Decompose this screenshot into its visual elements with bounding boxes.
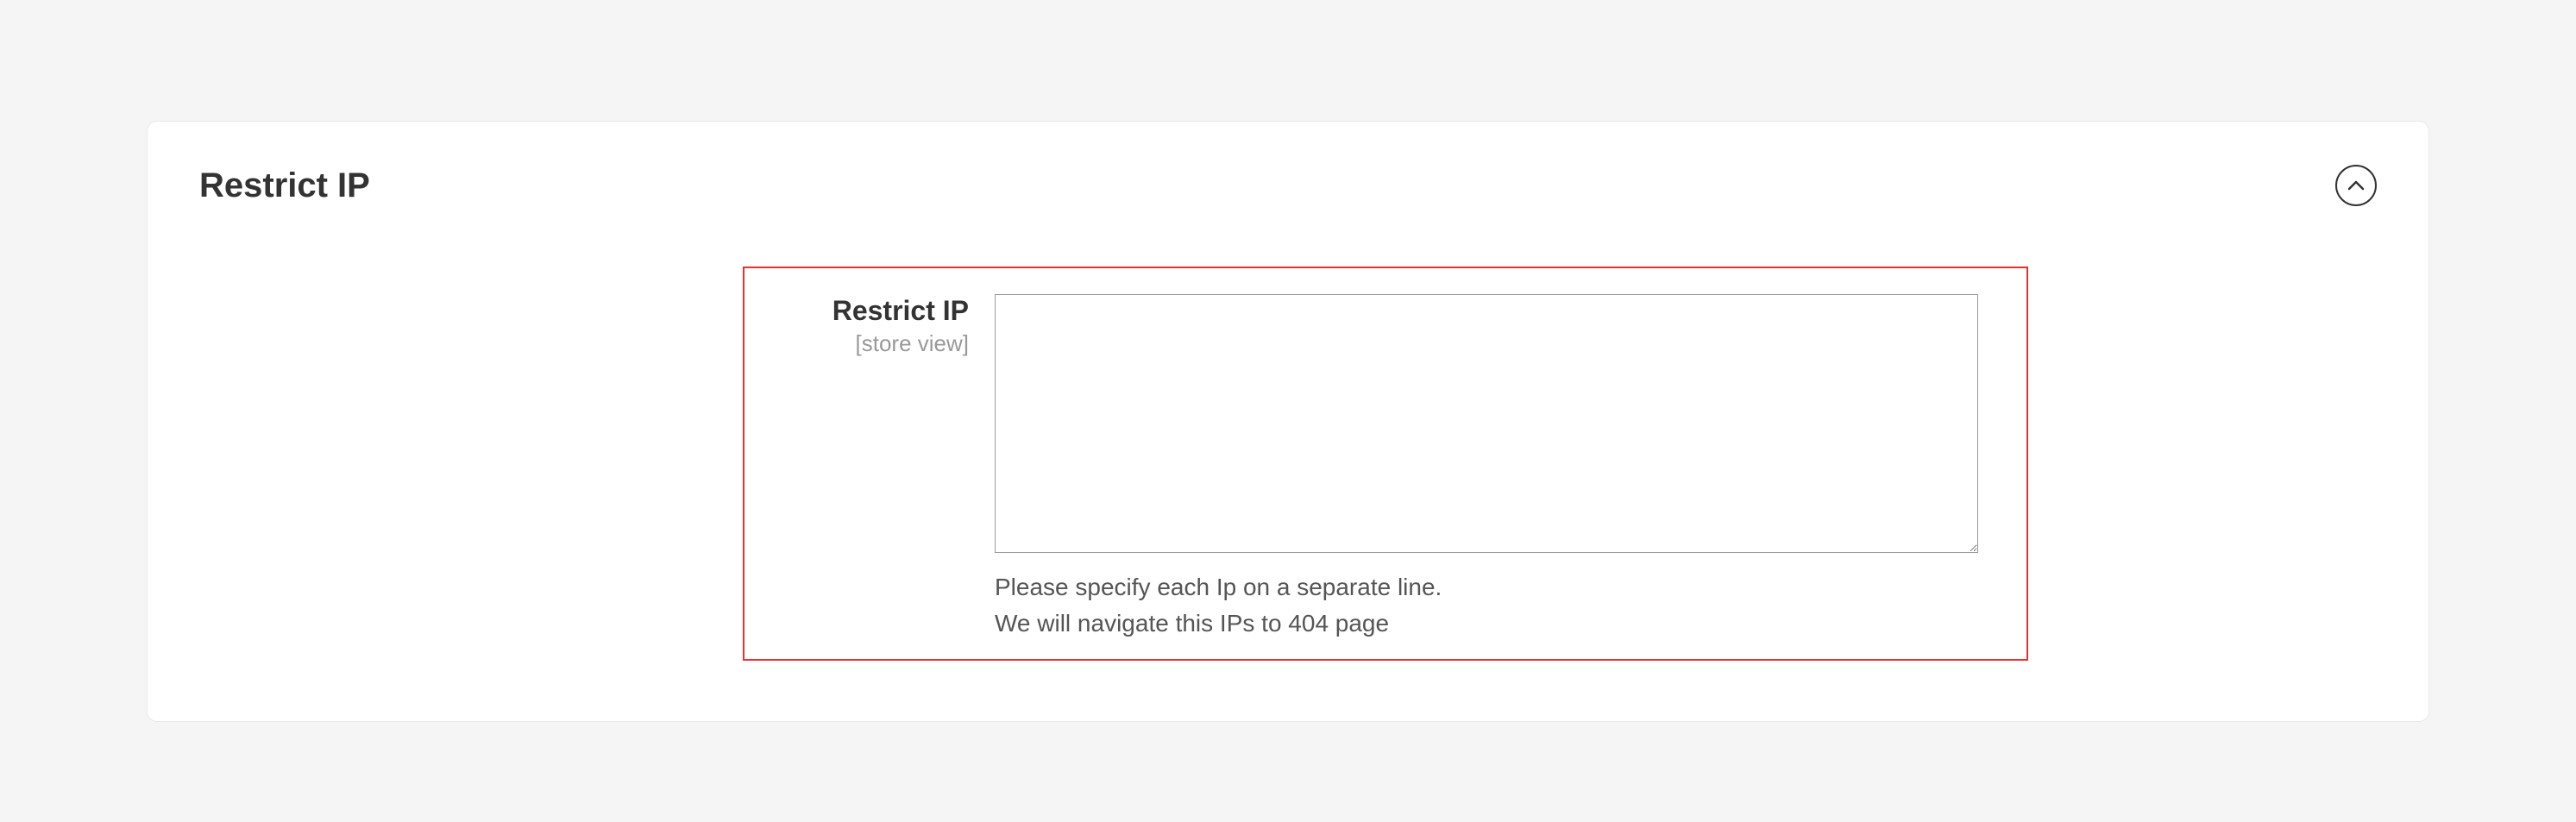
field-label-column: Restrict IP [store view] <box>770 294 969 357</box>
settings-panel: Restrict IP Restrict IP [store view] Ple… <box>147 121 2429 722</box>
panel-title: Restrict IP <box>199 166 370 205</box>
field-scope: [store view] <box>770 330 969 357</box>
restrict-ip-textarea[interactable] <box>995 294 1978 553</box>
field-row: Restrict IP [store view] Please specify … <box>770 294 2001 642</box>
field-hint: Please specify each Ip on a separate lin… <box>995 569 2001 642</box>
collapse-toggle-button[interactable] <box>2335 165 2377 206</box>
panel-header: Restrict IP <box>199 165 2377 206</box>
field-input-column: Please specify each Ip on a separate lin… <box>995 294 2001 642</box>
hint-line-1: Please specify each Ip on a separate lin… <box>995 569 2001 606</box>
field-label: Restrict IP <box>770 294 969 327</box>
chevron-up-icon <box>2347 180 2365 191</box>
hint-line-2: We will navigate this IPs to 404 page <box>995 606 2001 642</box>
highlight-box: Restrict IP [store view] Please specify … <box>743 267 2028 661</box>
